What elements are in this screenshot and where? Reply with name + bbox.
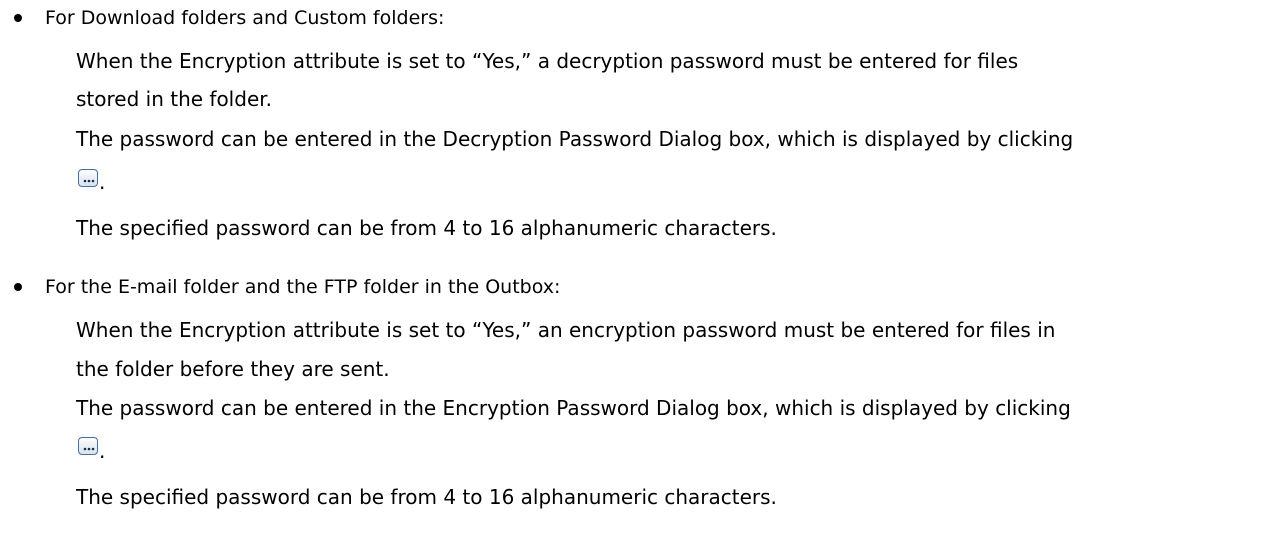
bullet-icon <box>14 283 22 291</box>
section-heading: For the E-mail folder and the FTP folder… <box>45 276 561 298</box>
ellipsis-button-icon[interactable] <box>78 437 98 455</box>
bullet-icon <box>14 14 22 22</box>
section-text-line: The password can be entered in the Encry… <box>76 396 1071 420</box>
section-text-line: The password can be entered in the Decry… <box>76 127 1074 151</box>
ellipsis-button-icon[interactable] <box>78 169 98 187</box>
ellipsis-icon <box>83 179 95 183</box>
section-text-line: stored in the folder. <box>76 87 272 111</box>
period-text: . <box>99 170 106 194</box>
section-text-line: the folder before they are sent. <box>76 357 390 381</box>
section-text-line: The specified password can be from 4 to … <box>76 485 777 509</box>
section-text-line: When the Encryption attribute is set to … <box>76 49 1019 73</box>
ellipsis-icon <box>83 447 95 451</box>
period-text: . <box>99 439 106 463</box>
document-body: For Download folders and Custom folders:… <box>0 0 1270 558</box>
section-text-line: The specified password can be from 4 to … <box>76 216 777 240</box>
section-text-line: When the Encryption attribute is set to … <box>76 318 1056 342</box>
section-heading: For Download folders and Custom folders: <box>45 7 445 29</box>
